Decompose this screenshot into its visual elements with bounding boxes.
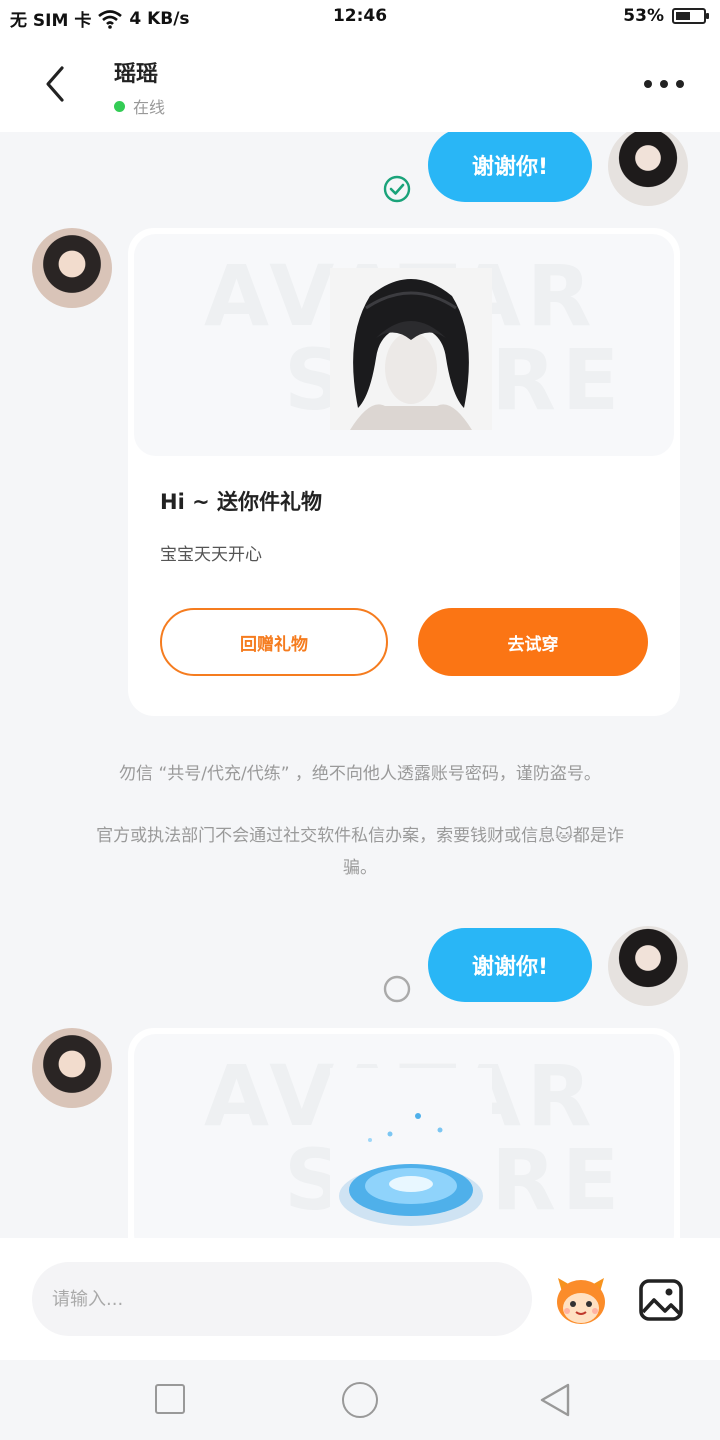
gift-image-area: AVATAR STORE — [134, 1034, 674, 1238]
my-avatar[interactable] — [608, 926, 688, 1006]
check-circle-icon — [383, 175, 411, 203]
more-dot-icon — [660, 80, 668, 88]
battery-percent: 53% — [623, 6, 664, 26]
gift-subtitle: 宝宝天天开心 — [160, 545, 262, 565]
online-status-text: 在线 — [133, 98, 166, 117]
chat-messages[interactable]: 谢谢你! AVATAR STORE Hi ~ 送你件礼物 宝宝天天开心 回赠礼 — [0, 132, 720, 1238]
system-back-button[interactable] — [538, 1382, 572, 1418]
gift-card[interactable]: AVATAR STORE — [128, 1028, 680, 1238]
home-button[interactable] — [342, 1382, 378, 1418]
my-avatar[interactable] — [608, 132, 688, 206]
security-notice: 勿信 “共号/代充/代练” ，绝不向他人透露账号密码，谨防盗号。 — [119, 764, 601, 784]
gift-title: Hi ~ 送你件礼物 — [160, 490, 322, 514]
status-bar: 无 SIM 卡 4 KB/s 12:46 53% — [0, 0, 720, 34]
contact-avatar[interactable] — [32, 228, 112, 308]
image-picker-button[interactable] — [638, 1278, 684, 1322]
gift-image-hair — [330, 268, 492, 430]
online-status: 在线 — [114, 94, 165, 118]
magic-circle-illustration — [339, 1113, 483, 1226]
recent-apps-button[interactable] — [155, 1384, 185, 1414]
gift-card[interactable]: AVATAR STORE Hi ~ 送你件礼物 宝宝天天开心 回赠礼物 去试穿 — [128, 228, 680, 716]
message-text: 谢谢你! — [471, 155, 549, 180]
triangle-back-icon — [540, 1383, 570, 1417]
sent-message-bubble[interactable]: 谢谢你! — [428, 132, 592, 202]
input-bar — [0, 1238, 720, 1360]
back-button[interactable] — [36, 62, 76, 106]
battery-fill — [676, 12, 690, 20]
return-gift-button[interactable]: 回赠礼物 — [160, 608, 388, 676]
mascot-emoji-icon — [557, 1278, 605, 1324]
battery-icon — [672, 8, 709, 24]
fraud-notice: 官方或执法部门不会通过社交软件私信办案，索要钱财或信息🐱都是诈骗。 — [96, 826, 624, 878]
pending-circle-icon — [383, 975, 411, 1003]
online-dot — [114, 100, 125, 112]
image-icon — [639, 1279, 683, 1321]
emoji-button[interactable] — [554, 1274, 608, 1326]
system-nav-bar — [0, 1360, 720, 1440]
try-on-button[interactable]: 去试穿 — [418, 608, 648, 676]
sent-message-bubble[interactable]: 谢谢你! — [428, 928, 592, 1002]
gift-image-effect — [330, 1068, 492, 1230]
clock: 12:46 — [332, 6, 388, 26]
more-options-button[interactable] — [644, 74, 684, 94]
more-dot-icon — [644, 80, 652, 88]
hair-illustration — [330, 268, 492, 430]
contact-avatar[interactable] — [32, 1028, 112, 1108]
more-dot-icon — [676, 80, 684, 88]
message-input[interactable] — [32, 1262, 532, 1336]
message-text: 谢谢你! — [471, 955, 549, 980]
chat-header: 瑶瑶 在线 — [0, 34, 720, 132]
status-right: 53% — [623, 6, 709, 26]
chevron-left-icon — [46, 66, 64, 102]
gift-image-area: AVATAR STORE — [134, 234, 674, 456]
contact-name: 瑶瑶 — [114, 62, 159, 87]
